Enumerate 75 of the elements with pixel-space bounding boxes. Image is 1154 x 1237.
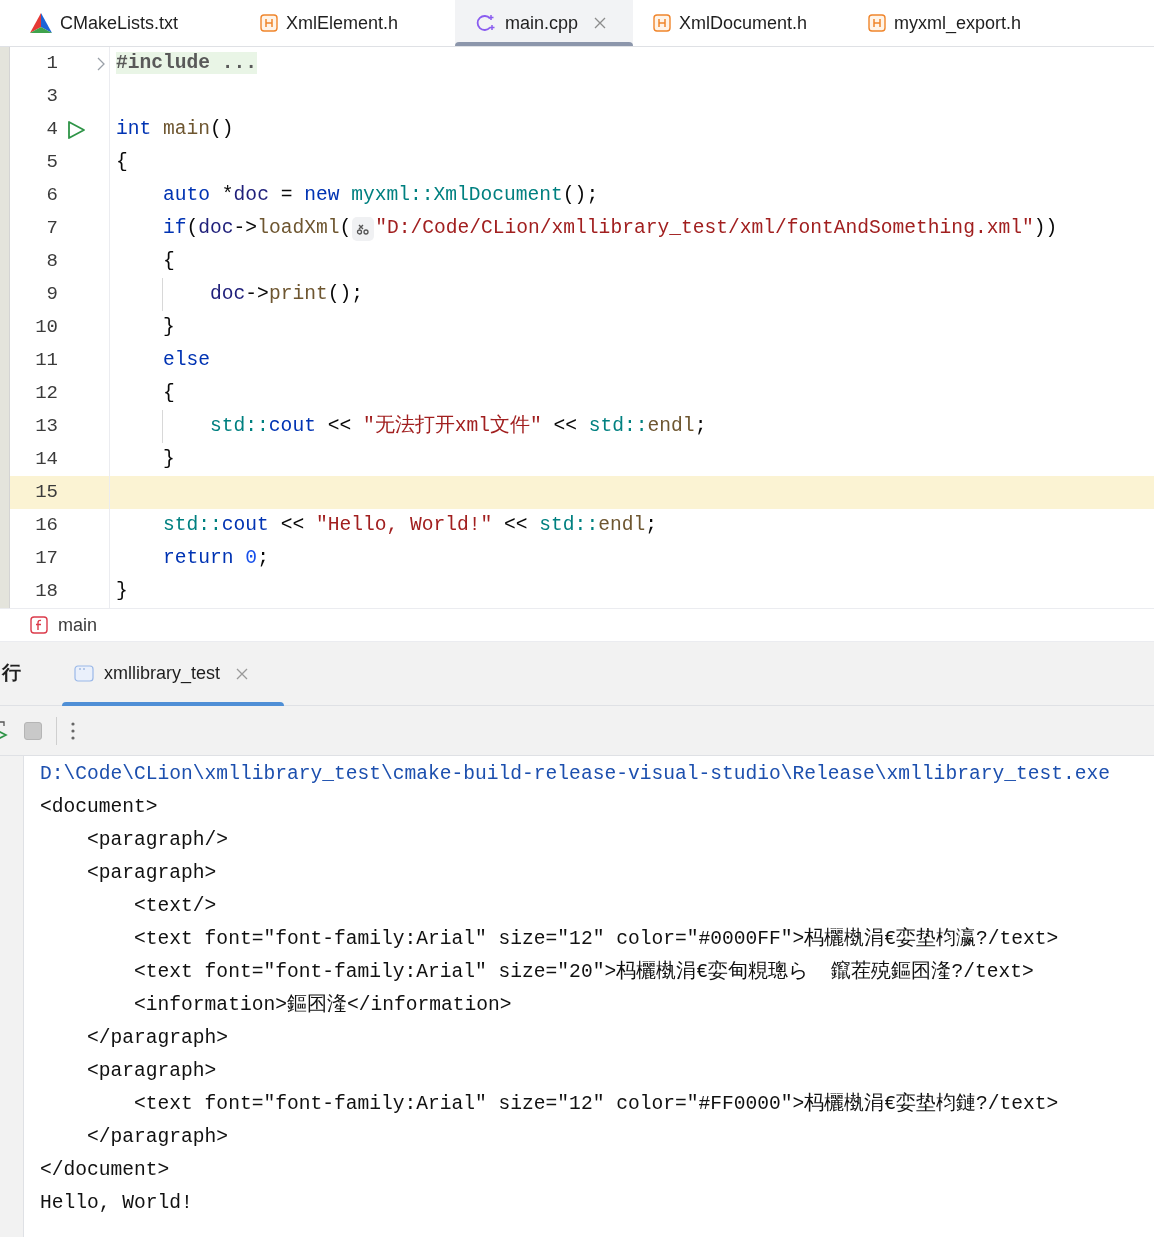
tab-label: myxml_export.h [894, 11, 1022, 36]
console-line: D:\Code\CLion\xmllibrary_test\cmake-build-release-visual-studio\Release\xmllibrary_test.exe [40, 761, 1111, 787]
more-options-icon[interactable] [71, 721, 75, 740]
line-number: 13 [34, 414, 58, 440]
line-number: 4 [45, 117, 58, 143]
line-number: 16 [34, 513, 58, 539]
console-line: <paragraph/> [86, 827, 230, 853]
code-text: { [116, 149, 128, 175]
console-line: </paragraph> [86, 1025, 230, 1051]
line-number: 15 [34, 480, 58, 506]
code-text: auto *doc = new myxml::XmlDocument(); [162, 182, 599, 208]
code-text: return 0; [162, 545, 269, 571]
code-text: std::cout << "Hello, World!" << std::endl; [162, 512, 657, 538]
line-number: 17 [34, 546, 58, 572]
line-number: 12 [34, 381, 58, 407]
cpp-file-icon [475, 12, 497, 34]
file-tab[interactable]: XmlElement.h [240, 0, 455, 46]
line-number: 1 [45, 51, 58, 77]
function-icon [30, 616, 48, 634]
run-icon[interactable] [66, 119, 86, 140]
console-line: <text/> [133, 893, 218, 919]
line-number: 11 [34, 348, 58, 374]
code-text: "D:/Code/CLion/xmllibrary_test/xml/fontAndSomething.xml")) [375, 215, 1058, 241]
line-number: 18 [34, 579, 58, 605]
line-number: 14 [34, 447, 58, 473]
console-line: <text font="font-family:Arial" size="12" color="#FF0000">杩欐槸涓€娈垫枃鏈?/text> [133, 1091, 1060, 1117]
file-tab[interactable]: CMakeLists.txt [10, 0, 240, 46]
close-icon[interactable] [236, 667, 249, 680]
tab-label: CMakeLists.txt [60, 11, 179, 35]
console-line: <information>鏂囨湰</information> [133, 992, 513, 1018]
close-icon[interactable] [594, 17, 607, 29]
header-file-icon [653, 14, 671, 32]
panel-title: 行 [0, 661, 22, 686]
file-tab[interactable]: main.cpp [455, 0, 633, 46]
code-text: if(doc->loadXml( [162, 215, 352, 241]
tab-label: XmlElement.h [286, 11, 399, 35]
line-number: 7 [45, 216, 58, 242]
code-text: { [162, 380, 175, 406]
fold-chevron-icon[interactable] [97, 56, 105, 71]
code-text: } [116, 578, 128, 604]
console-line: Hello, World! [40, 1190, 194, 1216]
line-number: 8 [45, 249, 58, 275]
tab-label: xmllibrary_test [104, 662, 221, 686]
line-number: 6 [45, 183, 58, 209]
code-text: } [162, 314, 175, 340]
code-text: int main() [116, 116, 234, 142]
code-text: #include ... [116, 50, 258, 76]
breadcrumb-item[interactable]: main [58, 611, 97, 639]
header-file-icon [260, 14, 278, 32]
terminal-window-icon [74, 665, 94, 682]
line-number: 5 [45, 150, 58, 176]
code-text: doc->print(); [209, 281, 363, 307]
console-line: <document> [40, 794, 159, 820]
code-text: { [162, 248, 175, 274]
line-number: 3 [45, 84, 58, 110]
code-text: } [162, 446, 175, 472]
console-line: </document> [40, 1157, 171, 1183]
console-line: <text font="font-family:Arial" size="12" color="#0000FF">杩欐槸涓€娈垫枃瀛?/text> [133, 926, 1060, 952]
parameter-hint-icon[interactable] [352, 216, 375, 241]
console-line: <paragraph> [86, 1058, 218, 1084]
code-text: std::cout << "无法打开xml文件" << std::endl; [209, 413, 707, 439]
rerun-icon[interactable] [0, 719, 10, 742]
triangle-logo-icon [30, 13, 52, 33]
file-tab[interactable]: myxml_export.h [848, 0, 1063, 46]
line-number: 9 [45, 282, 58, 308]
console-line: <text font="font-family:Arial" size="20">杩欐槸涓€娈甸粯璁ら 鑹茬殑鏂囨湰?/text> [133, 959, 1035, 985]
console-line: <paragraph> [86, 860, 218, 886]
header-file-icon [868, 14, 886, 32]
tab-label: XmlDocument.h [679, 11, 808, 35]
code-text: else [162, 347, 211, 373]
run-tab[interactable]: xmllibrary_test [62, 642, 284, 705]
tab-label: main.cpp [505, 11, 579, 35]
line-number: 10 [34, 315, 58, 341]
console-line: </paragraph> [86, 1124, 230, 1150]
file-tab[interactable]: XmlDocument.h [633, 0, 848, 46]
